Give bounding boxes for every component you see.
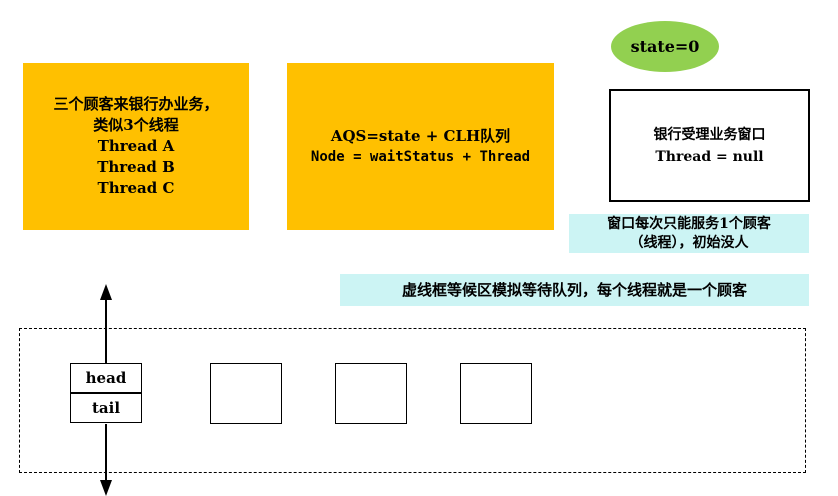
window-note: 窗口每次只能服务1个顾客 （线程），初始没人 [569, 214, 809, 253]
thread-c-label: Thread C [97, 179, 175, 197]
bank-window-box: 银行受理业务窗口 Thread = null [609, 89, 810, 202]
window-note-line-1: 窗口每次只能服务1个顾客 [607, 215, 771, 232]
window-note-line-2: （线程），初始没人 [629, 234, 749, 251]
state-oval: state=0 [611, 21, 719, 72]
aqs-formula: AQS=state + CLH队列 [330, 126, 511, 145]
tail-cell: tail [70, 393, 142, 423]
thread-b-label: Thread B [97, 158, 175, 176]
customers-line-1: 三个顾客来银行办业务， [53, 95, 219, 113]
thread-a-label: Thread A [97, 137, 175, 155]
aqs-box: AQS=state + CLH队列 Node = waitStatus + Th… [287, 63, 554, 230]
customers-line-2: 类似3个线程 [93, 116, 179, 134]
window-thread-label: Thread = null [655, 148, 764, 165]
bank-window-title: 银行受理业务窗口 [653, 126, 766, 143]
queue-note-text: 虚线框等候区模拟等待队列，每个线程就是一个顾客 [401, 280, 747, 299]
head-cell: head [70, 363, 142, 393]
queue-node-1 [210, 363, 282, 424]
node-formula: Node = waitStatus + Thread [310, 148, 531, 165]
customers-box: 三个顾客来银行办业务， 类似3个线程 Thread A Thread B Thr… [23, 63, 249, 230]
queue-note: 虚线框等候区模拟等待队列，每个线程就是一个顾客 [340, 274, 809, 306]
queue-node-2 [335, 363, 407, 424]
queue-node-3 [460, 363, 532, 424]
